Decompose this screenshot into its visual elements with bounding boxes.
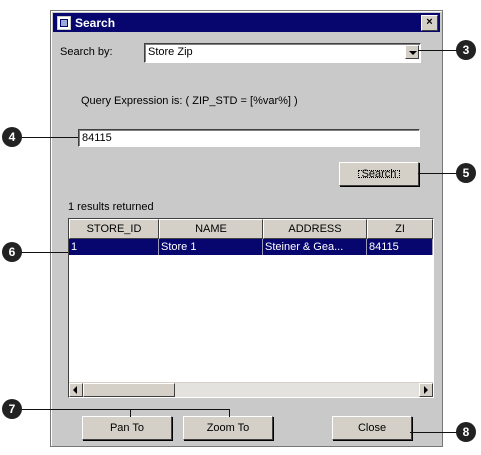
search-button-label: Search [354,166,405,182]
cell-store-id: 1 [69,239,159,255]
search-by-select[interactable]: Store Zip [144,43,421,63]
callout-7-tick-pan [130,409,131,417]
callout-4-leader [20,137,78,138]
horizontal-scrollbar[interactable] [69,382,433,397]
scroll-thumb[interactable] [83,383,175,397]
callout-5-leader [418,173,458,174]
callout-7: 7 [2,399,22,419]
callout-3-leader [418,50,458,51]
scroll-right-icon[interactable] [419,383,433,397]
callout-8: 8 [456,422,476,442]
callout-3: 3 [456,40,476,60]
search-button[interactable]: Search [339,162,419,186]
query-expression: Query Expression is: ( ZIP_STD = [%var%]… [81,95,298,107]
callout-7-tick-zoom [229,409,230,417]
title-bar[interactable]: Search × [53,13,440,32]
results-count: 1 results returned [68,201,154,213]
callout-6-leader [20,252,68,253]
window-title: Search [75,15,116,30]
cell-zip: 84115 [367,239,433,255]
app-icon [57,15,71,30]
pan-to-button[interactable]: Pan To [82,416,172,440]
search-value-input[interactable] [78,129,420,147]
callout-7-leader [20,409,230,410]
callout-8-leader [410,432,458,433]
column-header-store-id[interactable]: STORE_ID [69,219,159,239]
callout-6: 6 [2,242,22,262]
callout-4: 4 [2,127,22,147]
results-table[interactable]: STORE_ID NAME ADDRESS ZI 1 Store 1 Stein… [68,218,434,398]
close-icon[interactable]: × [421,15,438,31]
search-by-label: Search by: [60,46,113,58]
callout-5: 5 [456,163,476,183]
cell-name: Store 1 [159,239,263,255]
chevron-down-icon[interactable] [405,45,419,59]
cell-address: Steiner & Gea... [263,239,367,255]
column-header-zip[interactable]: ZI [367,219,433,239]
column-header-name[interactable]: NAME [159,219,263,239]
column-header-address[interactable]: ADDRESS [263,219,367,239]
scroll-left-icon[interactable] [69,383,83,397]
close-button[interactable]: Close [332,416,412,440]
search-dialog: Search × Search by: Store Zip Query Expr… [50,10,443,447]
search-by-value: Store Zip [148,46,193,58]
table-row[interactable]: 1 Store 1 Steiner & Gea... 84115 [69,239,433,255]
table-header: STORE_ID NAME ADDRESS ZI [69,219,433,239]
zoom-to-button[interactable]: Zoom To [183,416,273,440]
